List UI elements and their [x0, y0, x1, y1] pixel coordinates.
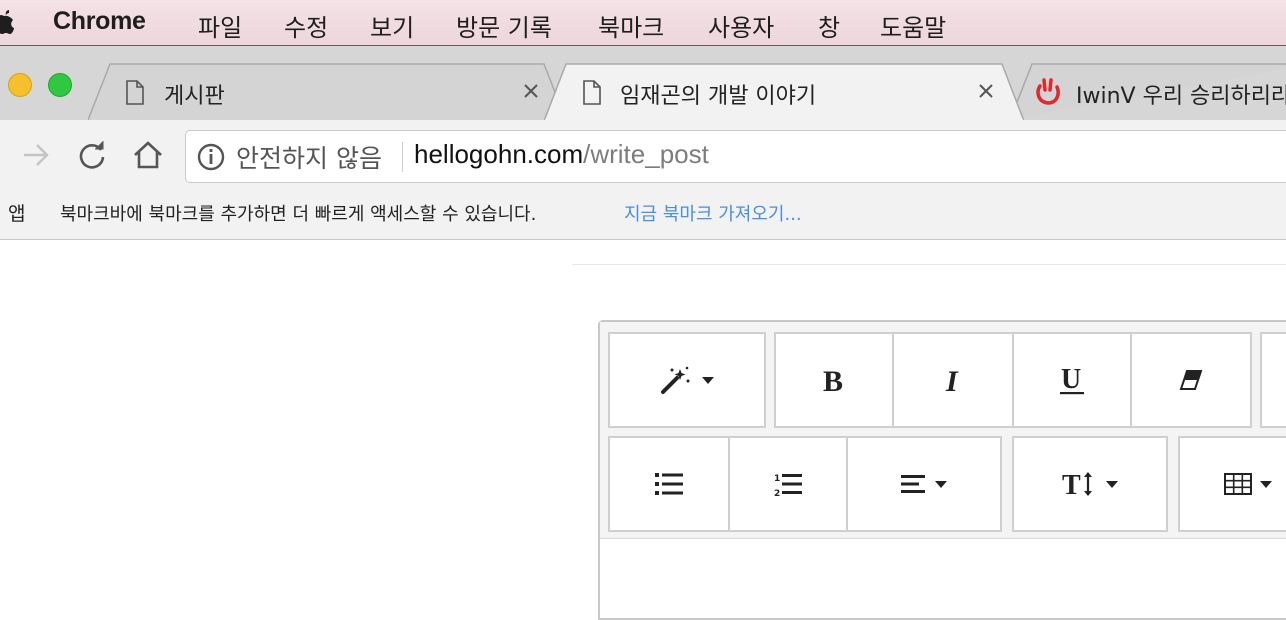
security-status-label[interactable]: 안전하지 않음 — [236, 139, 382, 175]
font-size-icon: T — [1062, 470, 1092, 498]
magic-style-icon — [661, 366, 690, 394]
iwinv-logo-icon — [1036, 78, 1060, 105]
minimize-window-button[interactable] — [8, 73, 32, 97]
tab-title: IwinV 우리 승리하리라 — [1076, 84, 1286, 109]
reload-icon[interactable] — [77, 140, 107, 170]
unordered-list-button[interactable] — [608, 436, 730, 532]
import-bookmarks-link[interactable]: 지금 북마크 가져오기... — [624, 200, 802, 226]
forward-arrow-icon[interactable] — [21, 140, 51, 170]
info-icon[interactable] — [197, 143, 225, 171]
bookmarks-hint-text: 북마크바에 북마크를 추가하면 더 빠르게 액세스할 수 있습니다. — [60, 204, 537, 225]
menu-bar: Chrome 파일 수정 보기 방문 기록 북마크 사용자 창 도움말 — [0, 0, 1286, 46]
menu-bookmarks[interactable]: 북마크 — [598, 8, 664, 43]
underline-button[interactable]: U — [1012, 332, 1132, 428]
eraser-icon — [1179, 370, 1203, 390]
chevron-down-icon — [1106, 480, 1118, 488]
page-divider — [572, 264, 1286, 265]
url-domain: hellogohn.com — [414, 139, 584, 169]
menu-view[interactable]: 보기 — [370, 8, 414, 43]
italic-button[interactable]: I — [892, 332, 1014, 428]
paragraph-align-icon — [901, 475, 925, 493]
chevron-down-icon — [702, 376, 714, 384]
table-icon — [1224, 473, 1252, 495]
bold-icon: B — [823, 365, 843, 395]
address-separator — [402, 142, 403, 172]
apple-logo-icon[interactable] — [0, 9, 14, 35]
document-icon — [126, 80, 144, 105]
menu-edit[interactable]: 수정 — [284, 8, 328, 43]
svg-text:T: T — [1062, 470, 1081, 498]
url-text[interactable]: hellogohn.com/write_post — [414, 139, 709, 170]
close-tab-icon[interactable] — [976, 81, 996, 101]
bold-button[interactable]: B — [774, 332, 894, 428]
tab-board[interactable]: 게시판 — [88, 63, 566, 120]
italic-icon: I — [945, 365, 959, 395]
svg-text:1: 1 — [774, 474, 780, 484]
menu-file[interactable]: 파일 — [198, 8, 242, 43]
zoom-window-button[interactable] — [48, 73, 72, 97]
style-dropdown-button[interactable] — [608, 332, 766, 428]
toolbar-button-partial[interactable] — [1260, 332, 1286, 428]
svg-text:B: B — [823, 365, 843, 395]
tab-title: 게시판 — [164, 84, 225, 109]
chevron-down-icon — [935, 480, 947, 488]
menu-history[interactable]: 방문 기록 — [456, 8, 552, 43]
home-icon[interactable] — [133, 140, 163, 170]
menu-people[interactable]: 사용자 — [708, 8, 774, 43]
unordered-list-icon — [655, 473, 683, 495]
svg-text:U: U — [1061, 364, 1081, 395]
font-size-button[interactable]: T — [1012, 436, 1168, 532]
url-path: /write_post — [583, 139, 709, 169]
paragraph-align-button[interactable] — [846, 436, 1002, 532]
svg-text:I: I — [945, 365, 959, 395]
ordered-list-button[interactable]: 1 2 — [728, 436, 848, 532]
menu-app-name[interactable]: Chrome — [53, 7, 146, 36]
tab-iwinv[interactable]: IwinV 우리 승리하리라 — [1010, 63, 1286, 120]
apps-shortcut[interactable]: 앱 — [8, 199, 25, 226]
svg-text:2: 2 — [774, 489, 780, 497]
chevron-down-icon — [1260, 480, 1272, 488]
table-button[interactable] — [1178, 436, 1286, 532]
tab-dev-story[interactable]: 임재곤의 개발 이야기 — [544, 63, 1024, 121]
menu-help[interactable]: 도움말 — [880, 8, 946, 43]
menu-window[interactable]: 창 — [818, 8, 840, 43]
ordered-list-icon: 1 2 — [774, 474, 802, 497]
document-icon — [583, 80, 601, 105]
tab-title: 임재곤의 개발 이야기 — [620, 84, 817, 109]
clear-format-button[interactable] — [1130, 332, 1252, 428]
tab-shape — [88, 63, 566, 120]
underline-icon: U — [1060, 364, 1084, 395]
close-tab-icon[interactable] — [521, 81, 541, 101]
